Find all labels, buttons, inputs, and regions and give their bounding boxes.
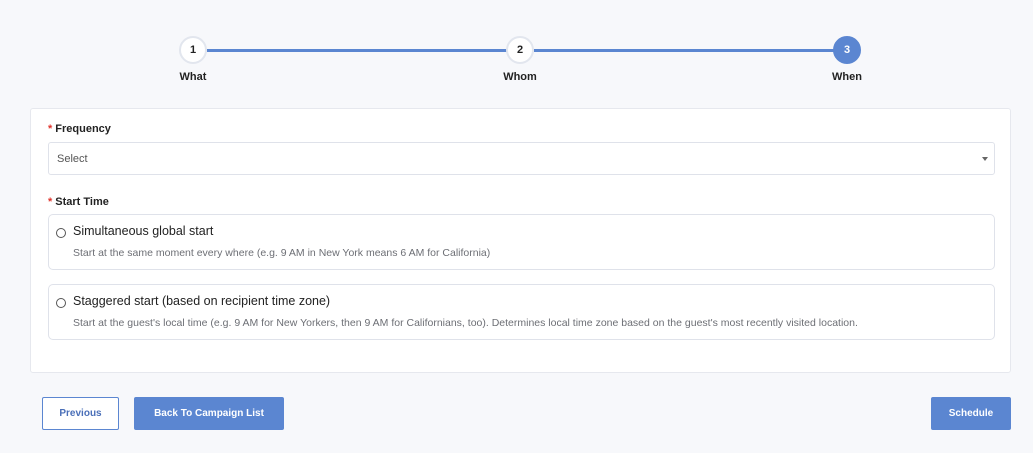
- frequency-select-value: Select: [57, 152, 88, 165]
- caret-down-icon: [982, 157, 988, 161]
- step-number-circle-active: 3: [833, 36, 861, 64]
- start-option-simultaneous[interactable]: Simultaneous global start Start at the s…: [48, 214, 995, 270]
- stepper-connector-1: [207, 49, 507, 52]
- step-label: What: [179, 71, 207, 83]
- step-number-circle: 1: [179, 36, 207, 64]
- step-number-circle: 2: [506, 36, 534, 64]
- start-option-staggered[interactable]: Staggered start (based on recipient time…: [48, 284, 995, 340]
- option-title: Simultaneous global start: [73, 224, 214, 238]
- back-to-campaign-list-button[interactable]: Back To Campaign List: [134, 397, 284, 430]
- frequency-select[interactable]: Select: [48, 142, 995, 175]
- step-label: Whom: [503, 71, 537, 83]
- stepper-connector-2: [534, 49, 834, 52]
- step-whom[interactable]: 2 Whom: [490, 36, 550, 83]
- step-what[interactable]: 1 What: [163, 36, 223, 83]
- frequency-label-text: Frequency: [55, 123, 111, 135]
- schedule-campaign-page: 1 What 2 Whom 3 When * Frequency Select *…: [0, 0, 1033, 453]
- schedule-form-card: * Frequency Select * Start Time Simultaneo…: [30, 108, 1011, 373]
- previous-button[interactable]: Previous: [42, 397, 119, 430]
- schedule-button[interactable]: Schedule: [931, 397, 1011, 430]
- start-time-label-text: Start Time: [55, 196, 109, 208]
- required-marker: *: [48, 123, 53, 135]
- step-when[interactable]: 3 When: [817, 36, 877, 83]
- option-description: Start at the guest's local time (e.g. 9 …: [73, 317, 858, 329]
- required-marker: *: [48, 196, 53, 208]
- radio-simultaneous[interactable]: [56, 228, 66, 238]
- radio-staggered[interactable]: [56, 298, 66, 308]
- frequency-label: * Frequency: [48, 123, 111, 135]
- option-description: Start at the same moment every where (e.…: [73, 247, 491, 259]
- progress-stepper: 1 What 2 Whom 3 When: [0, 36, 1033, 86]
- option-title: Staggered start (based on recipient time…: [73, 294, 331, 308]
- step-label: When: [832, 71, 862, 83]
- start-time-label: * Start Time: [48, 196, 109, 208]
